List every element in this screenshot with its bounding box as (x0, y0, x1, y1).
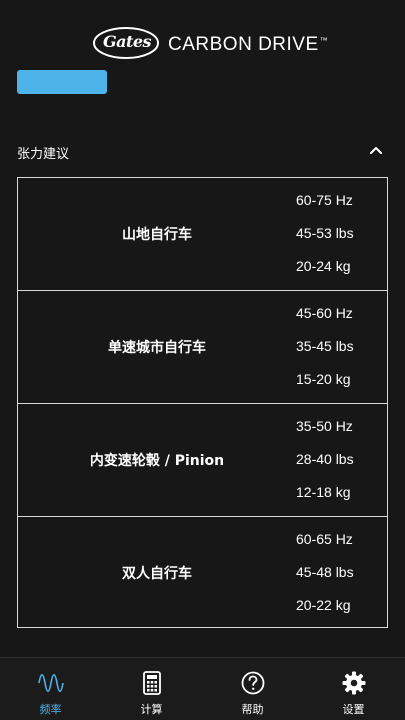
lbs-value: 45-53 lbs (296, 225, 354, 241)
frequency-value: 60-65 Hz (296, 531, 353, 547)
kg-value: 15-20 kg (296, 371, 351, 387)
tension-table: 山地自行车 60-75 Hz 45-53 lbs 20-24 kg 单速城市自行… (17, 177, 388, 628)
tension-values: 35-50 Hz 28-40 lbs 12-18 kg (296, 404, 388, 516)
bike-type-label: 内变速轮毂 / Pinion (89, 453, 225, 469)
action-button[interactable] (17, 70, 107, 94)
frequency-value: 35-50 Hz (296, 418, 353, 434)
bike-type-label: 山地自行车 (122, 227, 192, 243)
help-icon (241, 671, 264, 695)
gear-icon (342, 671, 365, 695)
nav-label: 计算 (140, 703, 163, 716)
kg-value: 20-24 kg (296, 258, 351, 274)
brand-text: CARBON DRIVE™ (168, 34, 328, 56)
kg-value: 20-22 kg (296, 597, 351, 613)
nav-item-help[interactable]: 帮助 (202, 658, 303, 720)
lbs-value: 28-40 lbs (296, 451, 354, 467)
app-root: Gates CARBON DRIVE™ 张力建议 山地自行车 60-75 Hz … (0, 0, 405, 720)
gates-carbon-drive-logo: Gates CARBON DRIVE™ (92, 24, 328, 64)
nav-label: 设置 (342, 703, 365, 716)
bike-type-label: 双人自行车 (122, 565, 192, 582)
bike-type-label: 单速城市自行车 (108, 340, 206, 356)
tension-section-header[interactable]: 张力建议 (17, 138, 388, 164)
brand-text-label: CARBON DRIVE (168, 34, 319, 55)
tension-values: 45-60 Hz 35-45 lbs 15-20 kg (296, 291, 388, 403)
waveform-icon (37, 673, 64, 693)
tension-values: 60-65 Hz 45-48 lbs 20-22 kg (296, 517, 388, 628)
nav-label: 频率 (39, 703, 62, 716)
frequency-value: 60-75 Hz (296, 192, 353, 208)
tension-values: 60-75 Hz 45-53 lbs 20-24 kg (296, 178, 388, 290)
trademark: ™ (319, 35, 329, 45)
lbs-value: 35-45 lbs (296, 338, 354, 354)
table-row: 单速城市自行车 45-60 Hz 35-45 lbs 15-20 kg (18, 291, 387, 404)
header: Gates CARBON DRIVE™ (0, 18, 405, 68)
status-strip (0, 0, 405, 12)
chevron-up-icon[interactable] (368, 142, 384, 158)
nav-label: 帮助 (241, 703, 264, 716)
lbs-value: 45-48 lbs (296, 564, 354, 580)
table-row: 双人自行车 60-65 Hz 45-48 lbs 20-22 kg (18, 517, 387, 628)
nav-item-calculate[interactable]: 计算 (101, 658, 202, 720)
frequency-value: 45-60 Hz (296, 305, 353, 321)
table-row: 内变速轮毂 / Pinion 35-50 Hz 28-40 lbs 12-18 … (18, 404, 387, 517)
nav-item-settings[interactable]: 设置 (303, 658, 404, 720)
table-row: 山地自行车 60-75 Hz 45-53 lbs 20-24 kg (18, 178, 387, 291)
kg-value: 12-18 kg (296, 484, 351, 500)
nav-item-frequency[interactable]: 频率 (0, 658, 101, 720)
brand-script: Gates (102, 32, 152, 51)
bottom-nav: 频率 计算 帮助 设置 (0, 657, 405, 720)
section-title: 张力建议 (17, 147, 70, 162)
calculator-icon (142, 671, 161, 695)
